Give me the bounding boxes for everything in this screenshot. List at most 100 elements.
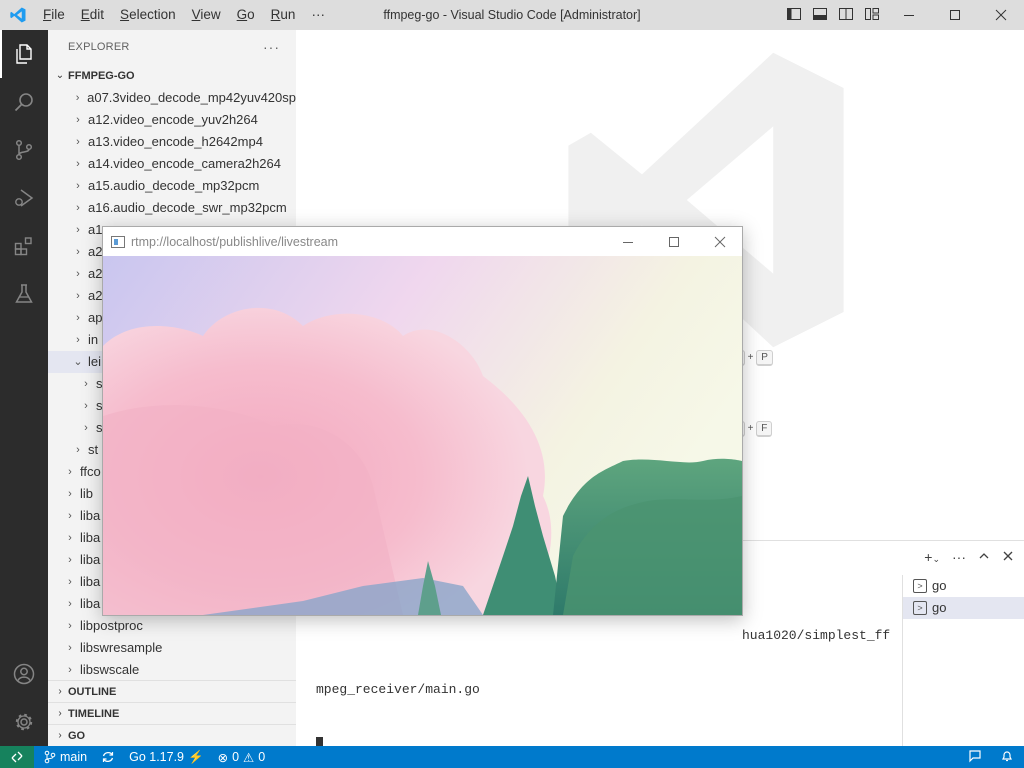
git-branch[interactable]: main	[44, 750, 87, 764]
source-control-icon[interactable]	[0, 126, 48, 174]
tree-item[interactable]: › a15.audio_decode_mp32pcm	[48, 175, 296, 197]
terminal-output[interactable]: hua1020/simplest_ff mpeg_receiver/main.g…	[316, 591, 890, 768]
minimize-button[interactable]	[886, 0, 932, 30]
go-version[interactable]: Go 1.17.9 ⚡	[129, 750, 203, 765]
menu-item[interactable]: View	[184, 0, 229, 30]
toggle-panel-icon[interactable]	[812, 6, 828, 22]
tree-item-label: liba	[80, 508, 101, 523]
chevron-right-icon: ›	[84, 378, 88, 390]
close-panel-icon[interactable]	[1002, 549, 1014, 565]
chevron-down-icon: ⌄	[55, 70, 65, 81]
tree-item-label: liba	[80, 596, 101, 611]
tree-item[interactable]: › a14.video_encode_camera2h264	[48, 153, 296, 175]
tree-item-label: a2	[88, 266, 103, 281]
tree-item-label: liba	[80, 574, 101, 589]
chevron-down-icon: ⌄	[73, 356, 83, 368]
sync-icon[interactable]	[101, 750, 115, 764]
chevron-right-icon: ›	[76, 180, 80, 192]
explorer-icon[interactable]	[0, 30, 48, 78]
new-terminal-icon[interactable]: +⌄	[924, 549, 940, 565]
customize-layout-icon[interactable]	[864, 6, 880, 22]
tree-item[interactable]: › a13.video_encode_h2642mp4	[48, 131, 296, 153]
chevron-right-icon: ›	[76, 444, 80, 456]
toggle-primary-sidebar-icon[interactable]	[786, 6, 802, 22]
menu-item[interactable]: Selection	[112, 0, 184, 30]
terminal-instance-list: > go > go	[902, 575, 1024, 747]
tree-item-label: lei	[88, 354, 102, 369]
tree-item[interactable]: › a07.3video_decode_mp42yuv420sp	[48, 87, 296, 109]
error-count: 0	[232, 750, 240, 764]
tree-item-label: a07.3video_decode_mp42yuv420sp	[87, 90, 296, 105]
tree-item[interactable]: › a12.video_encode_yuv2h264	[48, 109, 296, 131]
section-timeline[interactable]: › TIMELINE	[48, 702, 296, 724]
tree-item[interactable]: › libswscale	[48, 659, 296, 681]
chevron-right-icon: ›	[76, 246, 80, 258]
toggle-secondary-sidebar-icon[interactable]	[838, 6, 854, 22]
run-debug-icon[interactable]	[0, 174, 48, 222]
chevron-right-icon: ›	[68, 598, 72, 610]
video-minimize-button[interactable]	[605, 227, 651, 256]
chevron-right-icon: ›	[76, 224, 80, 236]
tree-item[interactable]: › libpostproc	[48, 615, 296, 637]
chevron-right-icon: ›	[68, 576, 72, 588]
extensions-icon[interactable]	[0, 222, 48, 270]
section-go[interactable]: › GO	[48, 724, 296, 746]
close-button[interactable]	[978, 0, 1024, 30]
menu-item[interactable]: Edit	[73, 0, 112, 30]
video-player-window[interactable]: rtmp://localhost/publishlive/livestream	[102, 226, 743, 616]
section-title: GO	[68, 729, 86, 742]
menu-item[interactable]: File	[35, 0, 73, 30]
maximize-button[interactable]	[932, 0, 978, 30]
terminal-instance[interactable]: > go	[903, 575, 1024, 597]
chevron-right-icon: ›	[68, 642, 72, 654]
chevron-right-icon: ›	[76, 312, 80, 324]
accounts-icon[interactable]	[0, 650, 48, 698]
terminal-line: mpeg_receiver/main.go	[316, 682, 480, 697]
remote-indicator-icon[interactable]	[0, 746, 34, 768]
video-maximize-button[interactable]	[651, 227, 697, 256]
terminal-icon: >	[913, 601, 927, 615]
maximize-panel-icon[interactable]	[978, 549, 990, 565]
problems-indicator[interactable]: ⊗ 0 ⚠ 0	[218, 750, 266, 765]
chevron-right-icon: ›	[84, 400, 88, 412]
tree-item[interactable]: › libswresample	[48, 637, 296, 659]
tree-item-label: a2	[88, 244, 103, 259]
more-actions-icon[interactable]: ···	[952, 549, 966, 565]
search-icon[interactable]	[0, 78, 48, 126]
terminal-instance[interactable]: > go	[903, 597, 1024, 619]
warning-count: 0	[258, 750, 266, 764]
feedback-icon[interactable]	[968, 749, 982, 766]
tree-item[interactable]: › a16.audio_decode_swr_mp32pcm	[48, 197, 296, 219]
title-bar: File Edit Selection View Go Run ··· ffmpeg-go …	[0, 0, 1024, 30]
app-window-icon	[111, 235, 125, 248]
tree-item-label: liba	[80, 530, 101, 545]
tree-item-label: in	[88, 332, 99, 347]
video-window-titlebar[interactable]: rtmp://localhost/publishlive/livestream	[103, 227, 742, 256]
video-close-button[interactable]	[697, 227, 743, 256]
tree-item-label: a1	[88, 222, 103, 237]
vscode-logo-icon[interactable]	[0, 0, 35, 30]
folder-root-header[interactable]: ⌄ FFMPEG-GO	[48, 65, 296, 87]
section-outline[interactable]: › OUTLINE	[48, 680, 296, 702]
branch-icon	[44, 750, 56, 764]
explorer-header: EXPLORER ···	[48, 30, 296, 65]
layout-controls	[786, 6, 880, 22]
explorer-more-actions-icon[interactable]: ···	[263, 30, 280, 65]
tree-item-label: libswscale	[80, 662, 140, 677]
menu-item[interactable]: Go	[229, 0, 263, 30]
menu-item[interactable]: Run	[263, 0, 304, 30]
settings-gear-icon[interactable]	[0, 698, 48, 746]
chevron-right-icon: ›	[58, 707, 62, 719]
chevron-right-icon: ›	[84, 422, 88, 434]
tree-item-label: a13.video_encode_h2642mp4	[88, 134, 263, 149]
notifications-bell-icon[interactable]	[1000, 749, 1014, 766]
tree-item-label: liba	[80, 552, 101, 567]
menu-more-icon[interactable]: ···	[303, 0, 333, 30]
warning-icon: ⚠	[243, 750, 255, 765]
testing-flask-icon[interactable]	[0, 270, 48, 318]
shortcut-key: P	[756, 350, 773, 366]
chevron-right-icon: ›	[76, 136, 80, 148]
terminal-instance-label: go	[932, 600, 947, 615]
tree-item-label: a2	[88, 288, 103, 303]
panel-actions: +⌄ ···	[924, 549, 1014, 565]
